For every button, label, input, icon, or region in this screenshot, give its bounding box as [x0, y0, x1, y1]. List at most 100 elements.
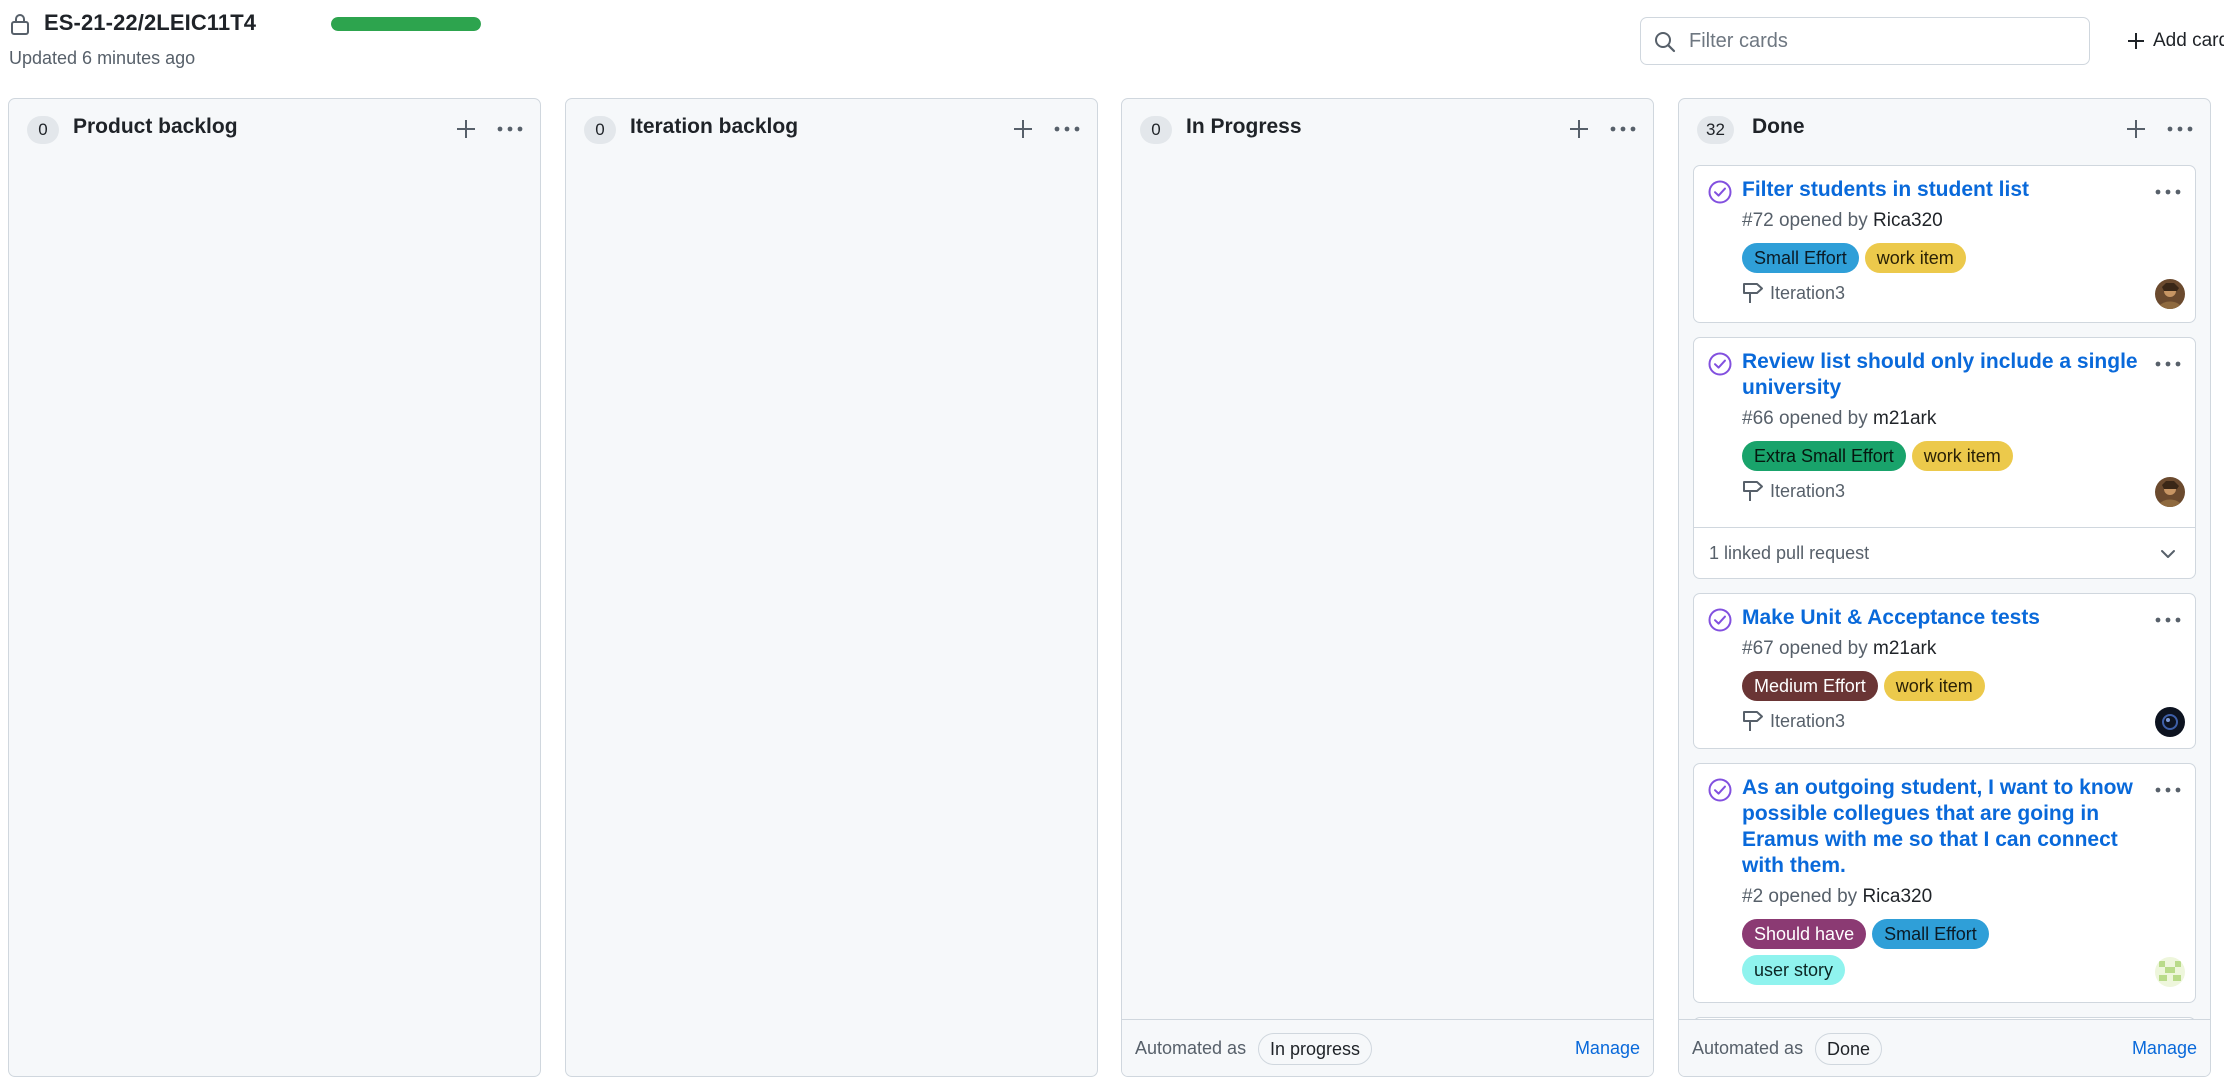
issue-number: #72: [1742, 210, 1774, 231]
board-progress-bar: [331, 17, 481, 31]
assignee-avatar[interactable]: [2155, 477, 2185, 507]
opened-by-text: opened by: [1768, 886, 1858, 907]
plus-icon: [2128, 33, 2144, 49]
card-labels-row-2: user story: [1742, 955, 1846, 985]
assignee-avatar[interactable]: [2155, 707, 2185, 737]
assignee-avatar[interactable]: [2155, 957, 2185, 987]
board-progress-fill: [331, 17, 481, 31]
closed-issue-check-icon: [1708, 352, 1732, 376]
card-labels: Extra Small Effort work item: [1742, 441, 2013, 471]
card-meta: #2 opened by Rica320: [1742, 886, 1932, 908]
filter-cards-input[interactable]: [1687, 18, 2082, 64]
card-title-link[interactable]: Make Unit & Acceptance tests: [1742, 605, 2154, 631]
author-link[interactable]: Rica320: [1873, 210, 1943, 231]
column-count: 0: [27, 116, 59, 144]
label-badge[interactable]: work item: [1911, 441, 2013, 471]
card-labels: Medium Effort work item: [1742, 671, 1985, 701]
issue-card[interactable]: Make Unit & Acceptance tests #67 opened …: [1693, 593, 2196, 749]
card-labels: Should have Small Effort: [1742, 919, 1989, 949]
column-header: 0 In Progress: [1122, 99, 1653, 159]
linked-pull-requests-toggle[interactable]: 1 linked pull request: [1694, 527, 2195, 578]
label-badge[interactable]: Extra Small Effort: [1742, 441, 1906, 471]
card-menu-kebab-icon[interactable]: [2153, 180, 2183, 204]
issue-number: #66: [1742, 408, 1774, 429]
column-title: Product backlog: [73, 115, 238, 138]
card-title-link[interactable]: As an outgoing student, I want to know p…: [1742, 775, 2154, 879]
author-link[interactable]: m21ark: [1873, 638, 1936, 659]
column-automation-footer: Automated as In progress Manage: [1122, 1019, 1653, 1076]
column-menu-kebab-icon[interactable]: [1052, 116, 1082, 142]
add-card-plus-icon[interactable]: [2123, 116, 2149, 142]
closed-issue-check-icon: [1708, 180, 1732, 204]
assignee-avatar[interactable]: [2155, 279, 2185, 309]
board-title: ES-21-22/2LEIC11T4: [44, 10, 257, 35]
automation-label: Automated as: [1135, 1038, 1247, 1058]
column-count: 0: [1140, 116, 1172, 144]
add-card-plus-icon[interactable]: [1010, 116, 1036, 142]
milestone-name: Iteration3: [1770, 282, 1846, 303]
card-meta: #72 opened by Rica320: [1742, 210, 1943, 232]
column-header: 0 Iteration backlog: [566, 99, 1097, 159]
label-badge[interactable]: Small Effort: [1742, 243, 1859, 273]
issue-card[interactable]: As an outgoing student, I want to know p…: [1693, 763, 2196, 1003]
closed-issue-check-icon: [1708, 608, 1732, 632]
milestone-signpost-icon: [1743, 283, 1763, 303]
column-title: In Progress: [1186, 115, 1302, 138]
label-badge[interactable]: user story: [1742, 955, 1846, 985]
filter-cards-field[interactable]: [1640, 17, 2090, 65]
chevron-down-icon: [2161, 550, 2175, 558]
automation-manage-link[interactable]: Manage: [2132, 1038, 2197, 1059]
column-count: 32: [1697, 116, 1734, 144]
card-milestone[interactable]: Iteration3: [1742, 479, 1845, 503]
author-link[interactable]: Rica320: [1862, 886, 1932, 907]
column-automation-footer: Automated as Done Manage: [1679, 1019, 2210, 1076]
add-cards-button-wrap: Add cards: [2118, 0, 2224, 80]
issue-number: #2: [1742, 886, 1764, 907]
board-updated-text: Updated 6 minutes ago: [9, 48, 196, 68]
card-milestone[interactable]: Iteration3: [1742, 709, 1845, 733]
automation-value-pill: Done: [1815, 1033, 1883, 1065]
card-meta: #66 opened by m21ark: [1742, 408, 1936, 430]
card-menu-kebab-icon[interactable]: [2153, 778, 2183, 802]
card-menu-kebab-icon[interactable]: [2153, 352, 2183, 376]
author-link[interactable]: m21ark: [1873, 408, 1936, 429]
automation-label: Automated as: [1692, 1038, 1804, 1058]
automation-manage-link[interactable]: Manage: [1575, 1038, 1640, 1059]
column-menu-kebab-icon[interactable]: [495, 116, 525, 142]
column-done: 32 Done Filter students in student list …: [1678, 98, 2211, 1077]
issue-card[interactable]: Filter students in student list #72 open…: [1693, 165, 2196, 323]
column-product-backlog: 0 Product backlog: [8, 98, 541, 1077]
opened-by-text: opened by: [1778, 210, 1868, 231]
add-card-plus-icon[interactable]: [1566, 116, 1592, 142]
column-header: 32 Done: [1679, 99, 2210, 159]
card-title-link[interactable]: Review list should only include a single…: [1742, 349, 2154, 401]
column-header: 0 Product backlog: [9, 99, 540, 159]
card-title-link[interactable]: Filter students in student list: [1742, 177, 2154, 203]
card-milestone[interactable]: Iteration3: [1742, 281, 1845, 305]
card-labels: Small Effort work item: [1742, 243, 1966, 273]
card-menu-kebab-icon[interactable]: [2153, 608, 2183, 632]
column-title: Iteration backlog: [630, 115, 799, 138]
add-card-plus-icon[interactable]: [453, 116, 479, 142]
label-badge[interactable]: Should have: [1742, 919, 1867, 949]
milestone-signpost-icon: [1743, 711, 1763, 731]
milestone-name: Iteration3: [1770, 710, 1846, 731]
search-icon: [1655, 32, 1676, 53]
linked-pull-request-text: 1 linked pull request: [1709, 543, 1870, 563]
automation-value-pill: In progress: [1258, 1033, 1373, 1065]
milestone-name: Iteration3: [1770, 480, 1846, 501]
label-badge[interactable]: Medium Effort: [1742, 671, 1878, 701]
add-cards-label: Add cards: [2153, 30, 2224, 51]
issue-card[interactable]: Review list should only include a single…: [1693, 337, 2196, 579]
add-cards-button[interactable]: Add cards: [2126, 26, 2224, 56]
label-badge[interactable]: work item: [1883, 671, 1985, 701]
closed-issue-check-icon: [1708, 778, 1732, 802]
label-badge[interactable]: Small Effort: [1872, 919, 1989, 949]
opened-by-text: opened by: [1778, 408, 1868, 429]
column-menu-kebab-icon[interactable]: [2165, 116, 2195, 142]
lock-icon: [11, 14, 29, 35]
column-menu-kebab-icon[interactable]: [1608, 116, 1638, 142]
label-badge[interactable]: work item: [1864, 243, 1966, 273]
issue-number: #67: [1742, 638, 1774, 659]
card-meta: #67 opened by m21ark: [1742, 638, 1936, 660]
